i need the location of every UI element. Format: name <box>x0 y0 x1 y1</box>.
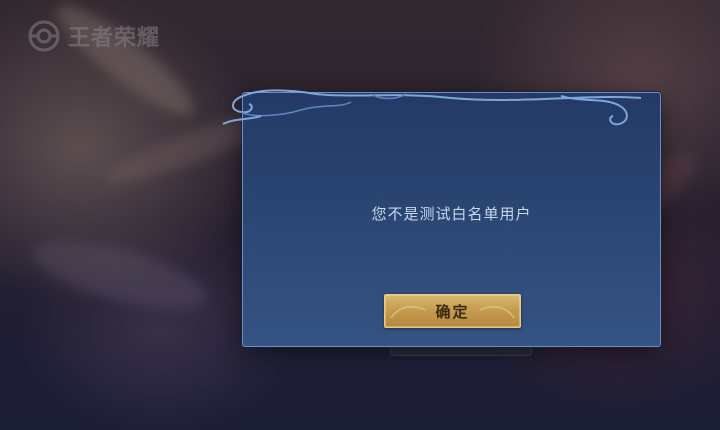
swirl-icon <box>390 305 426 319</box>
cloud-ornament-icon <box>222 89 642 126</box>
dialog-message: 您不是测试白名单用户 <box>371 205 532 223</box>
confirm-button[interactable]: 确定 <box>384 294 521 328</box>
swirl-icon <box>479 305 515 319</box>
alert-dialog: 您不是测试白名单用户 确定 <box>222 89 661 347</box>
background-screen: 王者荣耀 您不是测试白名单用户 确定 <box>0 0 720 430</box>
confirm-button-label: 确定 <box>435 302 470 321</box>
